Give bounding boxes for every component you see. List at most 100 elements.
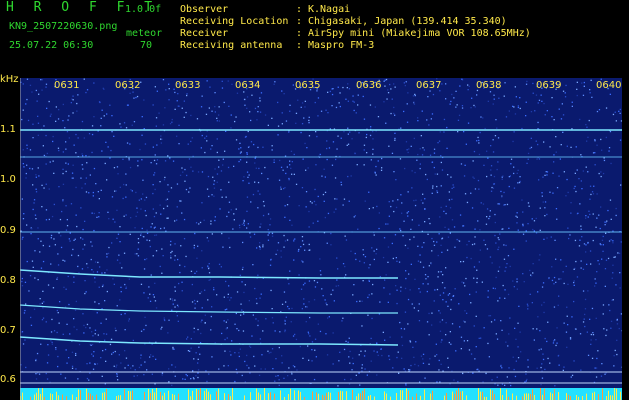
noise-dot bbox=[211, 306, 213, 308]
noise-dot bbox=[460, 163, 463, 165]
noise-dot bbox=[423, 149, 425, 151]
noise-dot bbox=[450, 308, 452, 311]
noise-dot bbox=[174, 91, 176, 94]
noise-dot bbox=[549, 362, 551, 364]
noise-dot bbox=[591, 96, 593, 98]
spike-bar bbox=[494, 394, 495, 400]
noise-dot bbox=[325, 302, 327, 304]
noise-dot bbox=[168, 83, 170, 85]
noise-dot bbox=[176, 219, 178, 221]
noise-dot bbox=[222, 246, 224, 248]
noise-dot bbox=[35, 176, 37, 178]
noise-dot bbox=[348, 200, 350, 202]
noise-dot bbox=[209, 86, 211, 88]
noise-dot bbox=[145, 196, 148, 199]
noise-dot bbox=[122, 197, 124, 200]
noise-dot bbox=[422, 193, 424, 195]
noise-dot bbox=[194, 303, 196, 305]
noise-dot bbox=[376, 248, 378, 250]
noise-dot bbox=[334, 198, 336, 200]
noise-dot bbox=[254, 157, 256, 159]
noise-dot bbox=[600, 175, 602, 178]
noise-dot bbox=[88, 133, 91, 135]
noise-dot bbox=[145, 214, 147, 217]
noise-dot bbox=[51, 318, 53, 321]
noise-dot bbox=[240, 151, 242, 153]
noise-dot bbox=[57, 312, 59, 314]
noise-dot bbox=[66, 323, 68, 325]
noise-dot bbox=[493, 94, 495, 96]
noise-dot bbox=[598, 172, 600, 175]
noise-dot bbox=[351, 138, 353, 140]
noise-dot bbox=[400, 327, 402, 330]
noise-dot bbox=[194, 232, 196, 235]
noise-dot bbox=[424, 274, 427, 276]
noise-dot bbox=[375, 253, 377, 255]
noise-dot bbox=[271, 232, 274, 235]
noise-dot bbox=[181, 167, 183, 169]
noise-dot bbox=[261, 354, 263, 356]
noise-dot bbox=[422, 353, 425, 355]
noise-dot bbox=[118, 354, 120, 356]
noise-dot bbox=[373, 258, 375, 261]
noise-dot bbox=[494, 287, 496, 290]
noise-dot bbox=[211, 110, 213, 112]
noise-dot bbox=[361, 367, 363, 369]
noise-dot bbox=[405, 383, 407, 385]
noise-dot bbox=[488, 356, 490, 358]
noise-dot bbox=[541, 195, 543, 197]
noise-dot bbox=[211, 356, 213, 358]
noise-dot bbox=[327, 317, 329, 319]
noise-dot bbox=[96, 216, 98, 218]
y-tick-label: 0.7 bbox=[0, 325, 16, 336]
noise-dot bbox=[490, 174, 492, 176]
spike-bar bbox=[506, 389, 507, 400]
noise-dot bbox=[201, 319, 203, 321]
noise-dot bbox=[354, 152, 356, 154]
noise-dot bbox=[115, 329, 117, 332]
noise-dot bbox=[347, 175, 349, 178]
noise-dot bbox=[478, 153, 481, 156]
spike-bar bbox=[210, 394, 211, 400]
noise-dot bbox=[116, 237, 118, 239]
noise-dot bbox=[103, 88, 105, 90]
noise-dot bbox=[20, 364, 22, 366]
noise-dot bbox=[321, 175, 323, 177]
spike-bar bbox=[106, 388, 107, 400]
noise-dot bbox=[616, 323, 619, 325]
noise-dot bbox=[156, 90, 158, 92]
noise-dot bbox=[498, 266, 501, 268]
noise-dot bbox=[610, 162, 612, 165]
noise-dot bbox=[342, 86, 344, 89]
noise-dot bbox=[71, 351, 74, 353]
noise-dot bbox=[359, 300, 361, 302]
noise-dot bbox=[71, 172, 74, 174]
spike-bar bbox=[478, 388, 479, 400]
noise-dot bbox=[136, 207, 138, 209]
noise-dot bbox=[370, 159, 372, 161]
noise-dot bbox=[56, 278, 58, 280]
noise-dot bbox=[363, 164, 365, 166]
noise-dot bbox=[177, 320, 179, 322]
noise-dot bbox=[37, 167, 39, 169]
noise-dot bbox=[99, 266, 101, 268]
noise-dot bbox=[111, 196, 114, 198]
noise-dot bbox=[447, 366, 449, 369]
noise-dot bbox=[523, 281, 525, 283]
noise-dot bbox=[143, 128, 145, 130]
noise-dot bbox=[589, 185, 592, 187]
noise-dot bbox=[407, 151, 409, 154]
noise-dot bbox=[448, 191, 450, 193]
noise-dot bbox=[34, 277, 36, 279]
noise-dot bbox=[440, 363, 442, 365]
spike-bar bbox=[62, 394, 63, 400]
datetime-label: 25.07.22 06:30 bbox=[9, 40, 94, 51]
noise-dot bbox=[207, 265, 209, 267]
noise-dot bbox=[274, 380, 276, 382]
noise-dot bbox=[372, 138, 374, 140]
noise-dot bbox=[491, 262, 493, 264]
noise-dot bbox=[57, 365, 59, 368]
noise-dot bbox=[236, 92, 239, 94]
noise-dot bbox=[93, 229, 95, 232]
noise-dot bbox=[601, 363, 603, 365]
